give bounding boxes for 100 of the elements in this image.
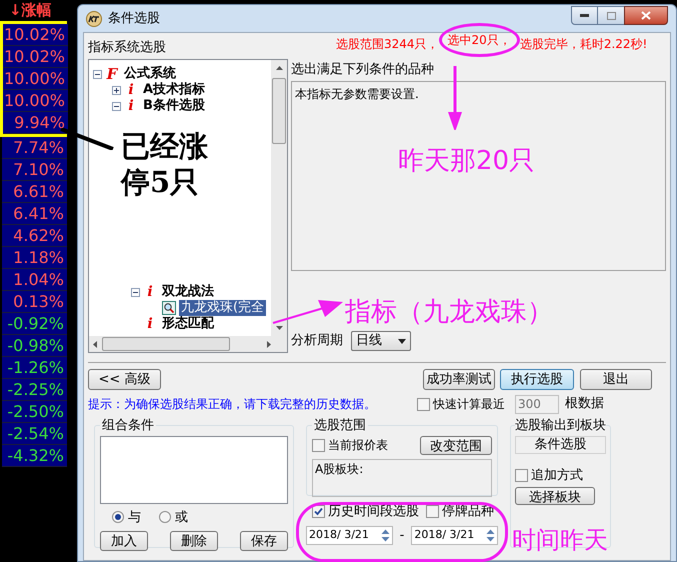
status-text: 选股完毕，耗时2.22秒! (520, 36, 648, 53)
section-label: 指标系统选股 (88, 38, 167, 56)
scroll-thumb[interactable] (102, 337, 230, 351)
date-field[interactable]: 2018/ 3/21 (306, 526, 393, 545)
radio-button[interactable] (159, 511, 171, 524)
change-value: 10.00% (4, 90, 65, 110)
change-value: 7.74% (13, 138, 64, 158)
change-value: -4.32% (7, 446, 64, 466)
app-logo-icon (86, 10, 102, 26)
period-label: 分析周期 (291, 332, 343, 350)
tree-item[interactable]: 形态匹配 (160, 316, 216, 332)
annotation-text: 已经涨停5只 (121, 128, 209, 200)
magnifier-icon (162, 301, 176, 315)
run-button[interactable]: 执行选股 (500, 369, 574, 390)
group-title: 选股范围 (313, 417, 367, 435)
group-title: 选股输出到板块 (515, 417, 606, 435)
checkbox[interactable] (426, 505, 439, 518)
checkbox-label: 追加方式 (531, 466, 583, 484)
change-value: -0.92% (7, 314, 64, 334)
formula-badge-icon: i (143, 285, 157, 299)
exit-button[interactable]: 退出 (580, 369, 652, 390)
scroll-thumb[interactable] (272, 78, 286, 144)
pointer-arrow (272, 299, 344, 325)
formula-badge-icon: i (143, 317, 157, 331)
circled-status-text: 选中20只， (438, 23, 520, 57)
radio-label: 或 (175, 508, 188, 526)
annotation-text: 时间昨天 (512, 525, 608, 556)
conditions-list[interactable] (100, 436, 288, 504)
formula-badge-icon: F (105, 66, 119, 82)
spin-arrows-icon[interactable] (380, 528, 390, 543)
checkbox[interactable] (515, 468, 528, 482)
choose-block-button[interactable]: 选择板块 (515, 487, 595, 505)
vertical-scrollbar[interactable] (271, 60, 287, 336)
block-name-field: 条件选股 (515, 436, 606, 454)
change-value: -2.25% (7, 380, 64, 400)
minus-box-icon[interactable] (93, 70, 102, 78)
down-arrow (447, 66, 463, 130)
success-test-button[interactable]: 成功率测试 (423, 369, 495, 390)
maximize-icon (606, 12, 616, 20)
checkbox-label: 当前报价表 (328, 437, 388, 454)
formula-badge-icon: i (124, 99, 138, 113)
tree-item[interactable]: B条件选股 (141, 98, 207, 114)
status-text: 选股范围3244只， (336, 36, 439, 53)
checkbox-label: 历史时间段选股 (328, 503, 419, 521)
date-field[interactable]: 2018/ 3/21 (411, 526, 498, 545)
spin-arrows-icon[interactable] (486, 528, 495, 543)
change-value: -1.26% (7, 358, 64, 378)
close-icon (641, 11, 651, 20)
minus-box-icon[interactable] (112, 102, 121, 110)
minimize-icon (580, 14, 589, 17)
change-value: 10.02% (4, 24, 65, 44)
change-value: 1.18% (13, 248, 64, 268)
change-value: -0.98% (7, 336, 64, 356)
radio-button[interactable] (112, 511, 124, 524)
annotation-text: 指标（九龙戏珠） (345, 296, 553, 329)
hint-text: 提示：为确保选股结果正确，请下载完整的历史数据。 (88, 396, 377, 413)
scroll-left-icon[interactable] (92, 340, 98, 348)
checkbox[interactable] (312, 438, 325, 452)
annotation-text: 昨天那20只 (398, 145, 536, 178)
minus-box-icon[interactable] (131, 288, 140, 296)
change-value: 4.62% (13, 226, 64, 246)
group-title: 组合条件 (101, 417, 155, 435)
maximize-button[interactable] (598, 6, 624, 25)
range-text-area: A股板块: (312, 458, 492, 496)
bars-count-label: 根数据 (565, 395, 604, 414)
checkbox[interactable] (312, 505, 325, 518)
change-value: 10.02% (4, 46, 65, 66)
tree-item[interactable]: 公式系统 (122, 66, 178, 82)
formula-badge-icon: i (124, 83, 138, 97)
minimize-button[interactable] (571, 6, 598, 25)
action-button[interactable]: 保存 (240, 531, 288, 551)
change-value: 10.00% (4, 68, 65, 88)
change-range-button[interactable]: 改变范围 (420, 436, 492, 454)
change-value: 9.94% (14, 112, 65, 132)
checkmark-icon (314, 507, 323, 516)
date-separator: - (400, 526, 404, 544)
change-value: 0.13% (13, 292, 64, 312)
plus-box-icon[interactable] (112, 86, 121, 94)
tree-item[interactable]: A技术指标 (141, 82, 208, 98)
column-header[interactable]: ↓涨幅 (1, 0, 77, 21)
tree-item[interactable]: 双龙战法 (160, 284, 216, 300)
change-value: 6.61% (13, 182, 64, 202)
change-value: 7.10% (13, 160, 64, 180)
scroll-right-icon[interactable] (266, 340, 272, 348)
horizontal-scrollbar[interactable] (89, 336, 287, 352)
window-title: 条件选股 (108, 10, 160, 28)
change-value: 1.04% (13, 270, 64, 290)
change-value: 6.41% (13, 204, 64, 224)
action-button[interactable]: 删除 (170, 531, 218, 551)
change-value: -2.50% (7, 402, 64, 422)
period-dropdown[interactable]: 日线 (351, 331, 411, 351)
checkbox-label: 快速计算最近 (433, 396, 505, 413)
radio-label: 与 (128, 508, 141, 526)
advanced-button[interactable]: << 高级 (88, 369, 161, 390)
close-button[interactable] (624, 6, 668, 25)
change-value: -2.54% (7, 424, 64, 444)
conditions-label: 选出满足下列条件的品种 (291, 61, 435, 79)
caret-down-icon (398, 338, 406, 344)
action-button[interactable]: 加入 (100, 531, 148, 551)
tree-item[interactable]: 九龙戏珠(完全 (179, 300, 266, 316)
